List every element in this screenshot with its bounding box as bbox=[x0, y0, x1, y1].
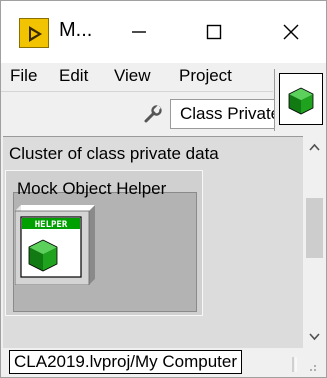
close-button[interactable] bbox=[261, 1, 321, 63]
control-label: Mock Object Helper bbox=[17, 179, 167, 198]
window-title: M... bbox=[59, 19, 93, 41]
resize-grip-icon[interactable] bbox=[291, 354, 321, 374]
menu-project[interactable]: Project bbox=[179, 66, 232, 86]
labview-app-icon bbox=[19, 18, 49, 48]
menu-file[interactable]: File bbox=[10, 66, 37, 86]
chevron-down-icon bbox=[309, 333, 320, 341]
helper-class-icon[interactable]: HELPER bbox=[15, 205, 95, 285]
close-icon bbox=[283, 24, 299, 40]
menu-edit[interactable]: Edit bbox=[59, 66, 88, 86]
minimize-button[interactable] bbox=[109, 1, 169, 63]
maximize-icon bbox=[206, 24, 222, 40]
maximize-button[interactable] bbox=[184, 1, 244, 63]
scroll-thumb[interactable] bbox=[306, 198, 323, 258]
class-data-dropdown[interactable]: Class Private Data bbox=[170, 99, 278, 129]
toolbar: Class Private Data bbox=[1, 91, 278, 136]
vertical-scrollbar[interactable] bbox=[303, 136, 326, 348]
class-icon[interactable] bbox=[279, 73, 323, 125]
wrench-icon[interactable] bbox=[143, 104, 163, 124]
menu-view[interactable]: View bbox=[114, 66, 151, 86]
class-icon-panel bbox=[274, 69, 326, 131]
helper-banner-text: HELPER bbox=[35, 220, 68, 230]
project-path: CLA2019.lvproj/My Computer bbox=[9, 350, 242, 374]
labview-class-window: M... File Edit View Project Class Privat… bbox=[0, 0, 327, 378]
minimize-icon bbox=[132, 31, 146, 33]
scroll-up-button[interactable] bbox=[303, 138, 326, 158]
title-bar: M... bbox=[1, 1, 326, 63]
cube-icon bbox=[288, 87, 314, 115]
cluster-label: Cluster of class private data bbox=[9, 144, 219, 163]
scroll-down-button[interactable] bbox=[303, 326, 326, 346]
private-data-panel: Cluster of class private data Mock Objec… bbox=[3, 136, 303, 349]
chevron-up-icon bbox=[309, 143, 320, 151]
menu-bar: File Edit View Project bbox=[1, 63, 273, 91]
status-bar: CLA2019.lvproj/My Computer bbox=[1, 348, 326, 377]
